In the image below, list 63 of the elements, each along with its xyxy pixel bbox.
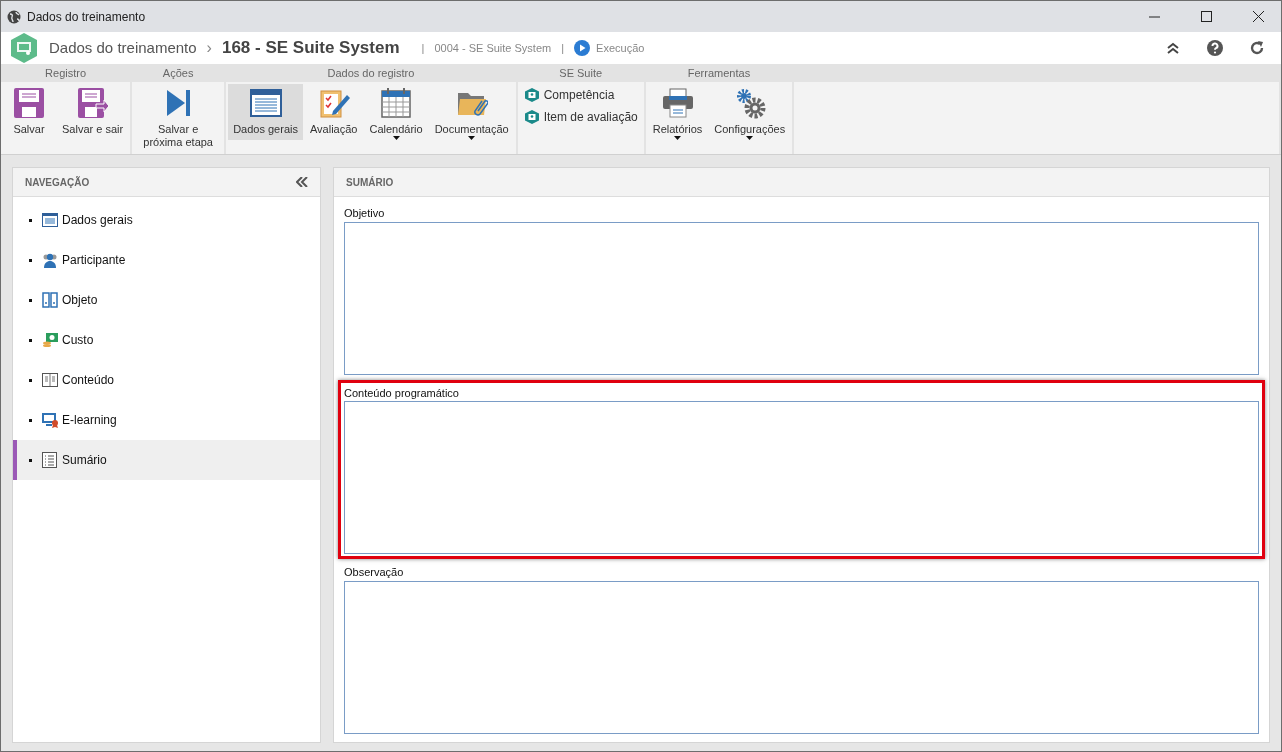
ribbon-group-title: SE Suite	[517, 64, 644, 82]
panel-title: NAVEGAÇÃO	[25, 175, 90, 190]
caret-icon	[392, 136, 400, 141]
checklist-pencil-icon	[317, 87, 350, 119]
navigation-item[interactable]: Custo	[13, 320, 320, 361]
list-icon	[42, 452, 58, 469]
ribbon-button[interactable]: Documentação	[429, 84, 514, 144]
ribbon-group-title: Registro	[1, 64, 131, 82]
people-icon	[42, 252, 58, 269]
caret-icon	[674, 136, 681, 141]
form-icon	[249, 87, 282, 119]
ribbon-button[interactable]: Salvar e sair	[57, 84, 129, 140]
badge-icon	[523, 109, 540, 125]
status-label: Execução	[596, 40, 645, 56]
collapse-icon[interactable]	[1165, 40, 1181, 56]
window-title: Dados do treinamento	[27, 8, 147, 26]
badge-icon	[523, 87, 540, 103]
floppy-arrow-icon	[76, 87, 109, 119]
field-label: Observação	[344, 565, 405, 581]
ribbon-group-title: Ações	[132, 64, 225, 82]
divider: |	[561, 40, 565, 56]
ribbon-button[interactable]: Salvar	[3, 84, 55, 140]
binders-icon	[42, 292, 58, 309]
ribbon-button[interactable]: Dados gerais	[228, 84, 303, 140]
breadcrumb-module[interactable]: Dados do treinamento	[49, 36, 197, 60]
navigation-item[interactable]: Dados gerais	[13, 200, 320, 241]
ribbon-group-title: Ferramentas	[645, 64, 793, 82]
maximize-icon	[1200, 11, 1212, 22]
record-title: 168 - SE Suite System	[221, 37, 400, 60]
navigation-item[interactable]: Participante	[13, 240, 320, 281]
panel-title: SUMÁRIO	[346, 175, 394, 190]
divider: |	[421, 40, 425, 56]
ribbon-group-title: Dados do registro	[226, 64, 516, 82]
monitor-ribbon-icon	[42, 412, 58, 429]
form-icon	[42, 212, 58, 229]
breadcrumb-separator: ›	[206, 38, 212, 58]
help-icon[interactable]	[1207, 40, 1223, 56]
play-icon	[574, 40, 591, 56]
ribbon-button[interactable]: Competência	[519, 85, 642, 105]
floppy-icon	[13, 87, 45, 119]
globe-icon	[7, 9, 21, 24]
ribbon-button[interactable]: Salvar e próxima etapa	[134, 84, 223, 153]
navigation-item[interactable]: Conteúdo	[13, 360, 320, 401]
navigation-item[interactable]: Sumário	[13, 440, 320, 481]
close-icon	[1252, 11, 1264, 22]
ribbon-button[interactable]: Avaliação	[304, 84, 363, 140]
record-code: 0004 - SE Suite System	[434, 40, 552, 56]
caret-icon	[468, 136, 476, 141]
printer-icon	[661, 87, 694, 119]
navigation-item[interactable]: Objeto	[13, 280, 320, 321]
refresh-icon[interactable]	[1249, 40, 1265, 56]
ribbon-button[interactable]: Calendário	[364, 84, 428, 144]
field-label: Objetivo	[344, 206, 386, 222]
field-label: Conteúdo programático	[344, 385, 460, 401]
ribbon-button[interactable]: Configurações	[709, 84, 791, 144]
ribbon-button[interactable]: Item de avaliação	[519, 107, 642, 127]
calendar-icon	[380, 87, 413, 119]
collapse-left-icon[interactable]	[296, 177, 308, 188]
money-icon	[42, 332, 58, 349]
navigation-item[interactable]: E-learning	[13, 400, 320, 441]
ribbon-button[interactable]: Relatórios	[647, 84, 708, 144]
caret-icon	[746, 136, 754, 141]
book-icon	[42, 372, 58, 389]
